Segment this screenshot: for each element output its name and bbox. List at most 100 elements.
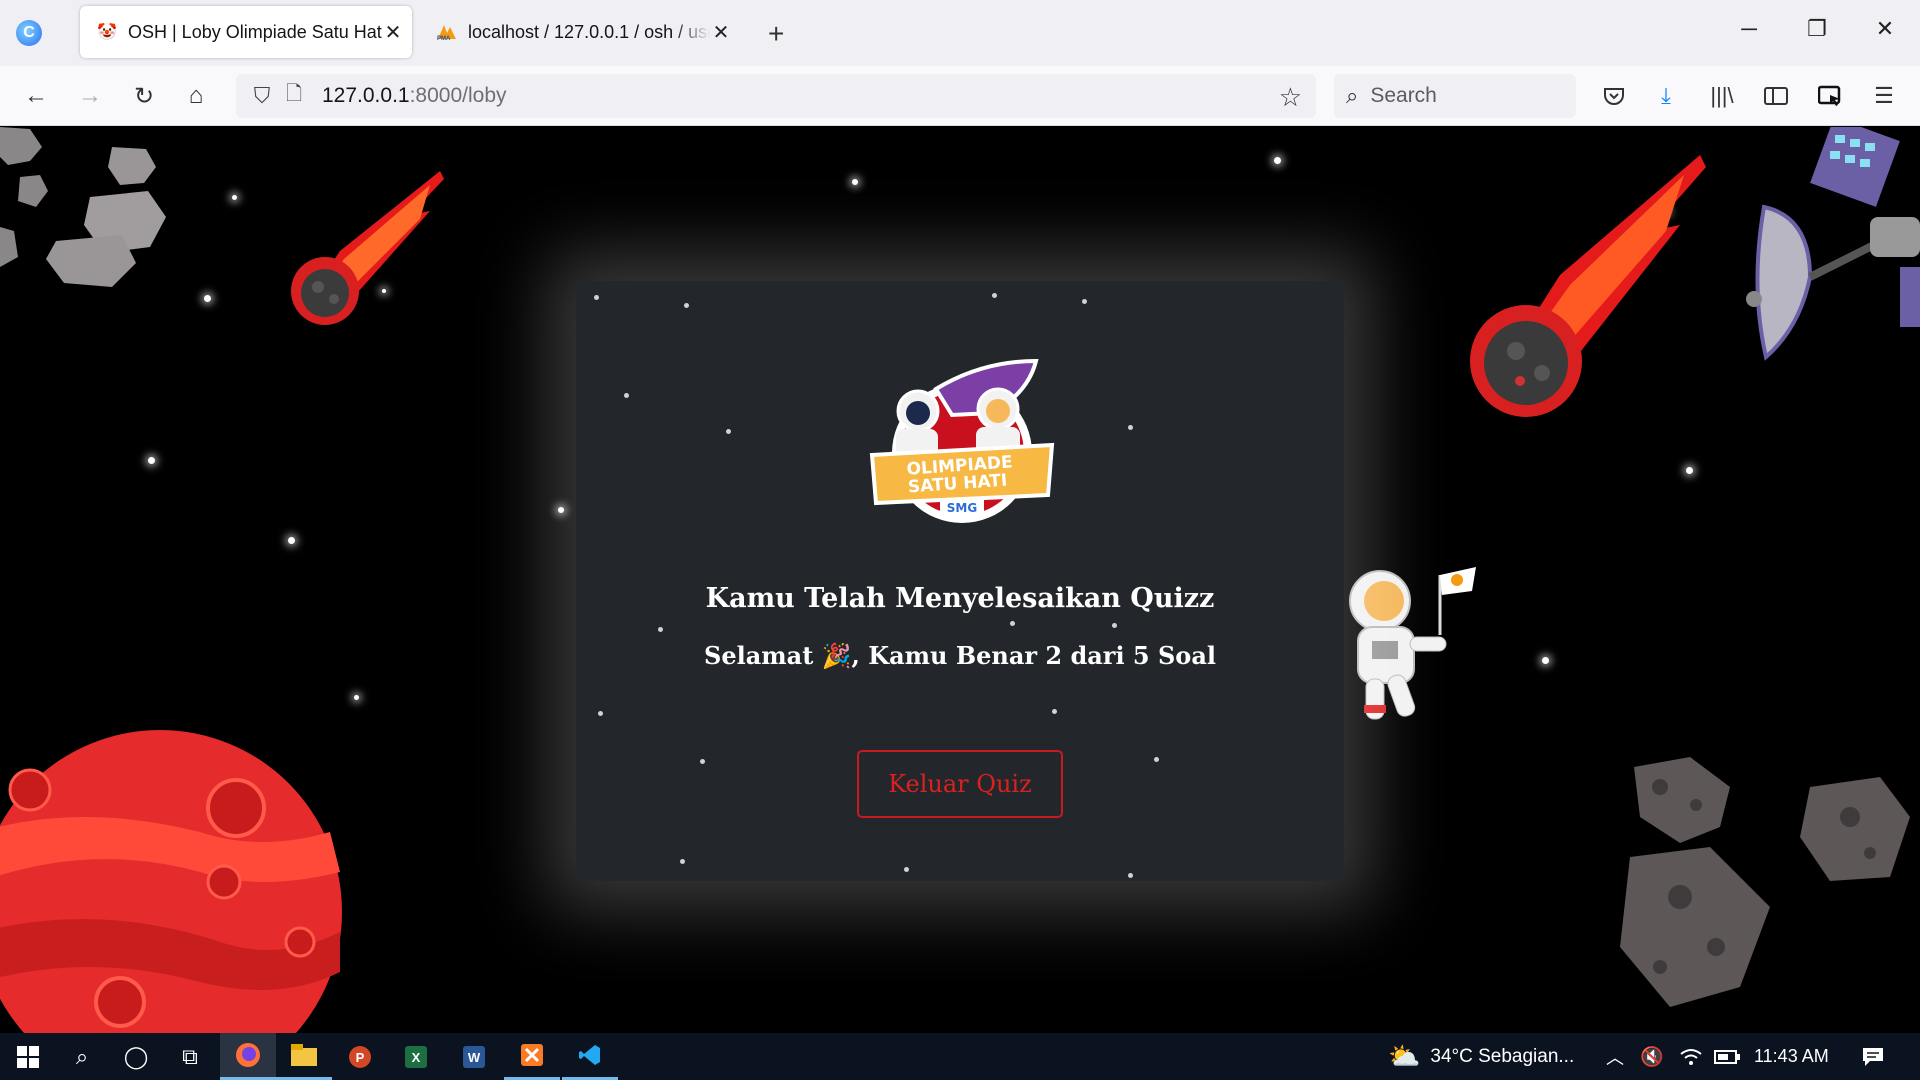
weather-text: 34°C Sebagian... [1430, 1045, 1575, 1067]
card-star-dot [1112, 623, 1117, 628]
notifications-icon[interactable] [1862, 1033, 1884, 1080]
card-star-dot [992, 293, 997, 298]
volume-muted-icon[interactable]: 🔇 [1640, 1033, 1664, 1080]
wifi-icon[interactable] [1680, 1033, 1702, 1080]
weather-widget[interactable]: ⛅ 34°C Sebagian... [1388, 1033, 1574, 1080]
card-star-dot [1082, 299, 1087, 304]
vscode-icon[interactable] [562, 1033, 618, 1080]
phpmyadmin-favicon-icon: PMA [436, 21, 458, 43]
minimize-icon[interactable]: ─ [1734, 16, 1764, 42]
astronaut-illustration [1349, 567, 1476, 720]
sidebar-icon[interactable] [1758, 78, 1794, 114]
star-decoration [852, 179, 858, 185]
exit-quiz-button[interactable]: Keluar Quiz [857, 750, 1063, 818]
restore-icon[interactable]: ❐ [1802, 16, 1832, 42]
svg-text:P: P [356, 1050, 365, 1065]
battery-icon[interactable] [1714, 1033, 1740, 1080]
weather-cloud-sun-icon: ⛅ [1388, 1041, 1421, 1071]
excel-icon[interactable]: X [388, 1033, 444, 1080]
card-star-dot [1128, 873, 1133, 878]
screenshot-icon[interactable] [1812, 78, 1848, 114]
star-decoration [1542, 657, 1549, 664]
quiz-result-card: OLIMPIADE SATU HATI SMG Kamu Telah Menye… [576, 281, 1344, 881]
browser-profile-icon[interactable]: C [16, 20, 42, 46]
cortana-icon[interactable]: ◯ [108, 1033, 164, 1080]
star-decoration [1686, 467, 1693, 474]
tab-phpmyadmin[interactable]: PMA localhost / 127.0.0.1 / osh / user ✕ [420, 6, 740, 58]
home-icon[interactable]: ⌂ [178, 78, 214, 114]
clown-favicon-icon: 🤡 [97, 24, 117, 41]
card-star-dot [700, 759, 705, 764]
search-placeholder: Search [1370, 84, 1437, 107]
url-text[interactable]: 127.0.0.1:8000/loby [322, 84, 507, 108]
card-star-dot [680, 859, 685, 864]
card-star-dot [1010, 621, 1015, 626]
satellite-illustration [1746, 127, 1920, 361]
tab-bar: C 🤡 OSH | Loby Olimpiade Satu Hati ✕ PMA… [0, 0, 1920, 66]
library-icon[interactable]: |||\ [1704, 78, 1740, 114]
search-icon[interactable]: ⌕ [54, 1033, 110, 1080]
bookmark-star-icon[interactable]: ☆ [1279, 82, 1302, 113]
asteroids-illustration [0, 127, 166, 287]
search-input[interactable]: ⌕ Search [1334, 74, 1576, 118]
card-star-dot [598, 711, 603, 716]
svg-text:X: X [412, 1050, 421, 1065]
quiz-score-text: Selamat 🎉, Kamu Benar 2 dari 5 Soal [704, 641, 1216, 670]
downloads-icon[interactable]: ⤓ [1648, 78, 1684, 114]
task-view-icon[interactable]: ⧉ [162, 1033, 218, 1080]
card-star-dot [594, 295, 599, 300]
star-decoration [1274, 157, 1281, 164]
back-icon[interactable]: ← [18, 78, 54, 114]
card-star-dot [904, 867, 909, 872]
card-star-dot [1154, 757, 1159, 762]
meteor-left-illustration [291, 171, 444, 325]
windows-taskbar: ⌕ ◯ ⧉ P X W ⛅ 34°C Sebagian... ︿ 🔇 11:43… [0, 1033, 1920, 1080]
card-star-dot [624, 393, 629, 398]
tab-osh-loby[interactable]: 🤡 OSH | Loby Olimpiade Satu Hati ✕ [80, 6, 412, 58]
clock[interactable]: 11:43 AM [1754, 1033, 1829, 1080]
star-decoration [288, 537, 295, 544]
file-explorer-icon[interactable] [276, 1033, 332, 1080]
close-tab-icon[interactable]: ✕ [382, 21, 404, 44]
card-star-dot [726, 429, 731, 434]
logo-tag: SMG [947, 501, 977, 515]
firefox-taskbar-icon[interactable] [220, 1033, 276, 1080]
forward-icon[interactable]: → [72, 78, 108, 114]
menu-icon[interactable]: ☰ [1866, 78, 1902, 114]
pocket-icon[interactable] [1596, 78, 1632, 114]
new-tab-icon[interactable]: + [768, 18, 784, 50]
word-icon[interactable]: W [446, 1033, 502, 1080]
space-background: OLIMPIADE SATU HATI SMG Kamu Telah Menye… [0, 127, 1920, 1033]
search-icon: ⌕ [1346, 83, 1359, 108]
nav-bar: ← → ↻ ⌂ ⛉ 🗋 127.0.0.1:8000/loby ☆ ⌕ Sear… [0, 66, 1920, 126]
address-bar[interactable]: ⛉ 🗋 127.0.0.1:8000/loby ☆ [236, 74, 1316, 118]
star-decoration [204, 295, 211, 302]
tab-title: OSH | Loby Olimpiade Satu Hati [128, 21, 382, 42]
olimpiade-satu-hati-logo: OLIMPIADE SATU HATI SMG [852, 353, 1072, 523]
red-planet-illustration [0, 730, 342, 1033]
star-decoration [558, 507, 564, 513]
close-tab-icon[interactable]: ✕ [710, 21, 732, 44]
card-star-dot [1052, 709, 1057, 714]
star-decoration [232, 195, 237, 200]
card-star-dot [684, 303, 689, 308]
page-info-icon[interactable]: 🗋 [286, 79, 310, 113]
svg-text:PMA: PMA [437, 36, 451, 41]
card-star-dot [1128, 425, 1133, 430]
reload-icon[interactable]: ↻ [126, 78, 162, 114]
meteor-right-illustration [1470, 155, 1706, 417]
xampp-icon[interactable] [504, 1033, 560, 1080]
windows-start-icon[interactable] [0, 1033, 56, 1080]
star-decoration [354, 695, 359, 700]
quiz-complete-heading: Kamu Telah Menyelesaikan Quizz [705, 583, 1215, 614]
dark-asteroids-illustration [1620, 757, 1910, 1007]
close-window-icon[interactable]: ✕ [1870, 16, 1900, 42]
card-star-dot [658, 627, 663, 632]
show-hidden-icons-icon[interactable]: ︿ [1606, 1033, 1624, 1080]
url-path: :8000/loby [409, 84, 507, 107]
url-host: 127.0.0.1 [322, 84, 410, 107]
shield-icon[interactable]: ⛉ [246, 83, 278, 109]
svg-text:W: W [468, 1050, 481, 1065]
powerpoint-icon[interactable]: P [332, 1033, 388, 1080]
tab-title: localhost / 127.0.0.1 / osh / user [468, 21, 710, 42]
